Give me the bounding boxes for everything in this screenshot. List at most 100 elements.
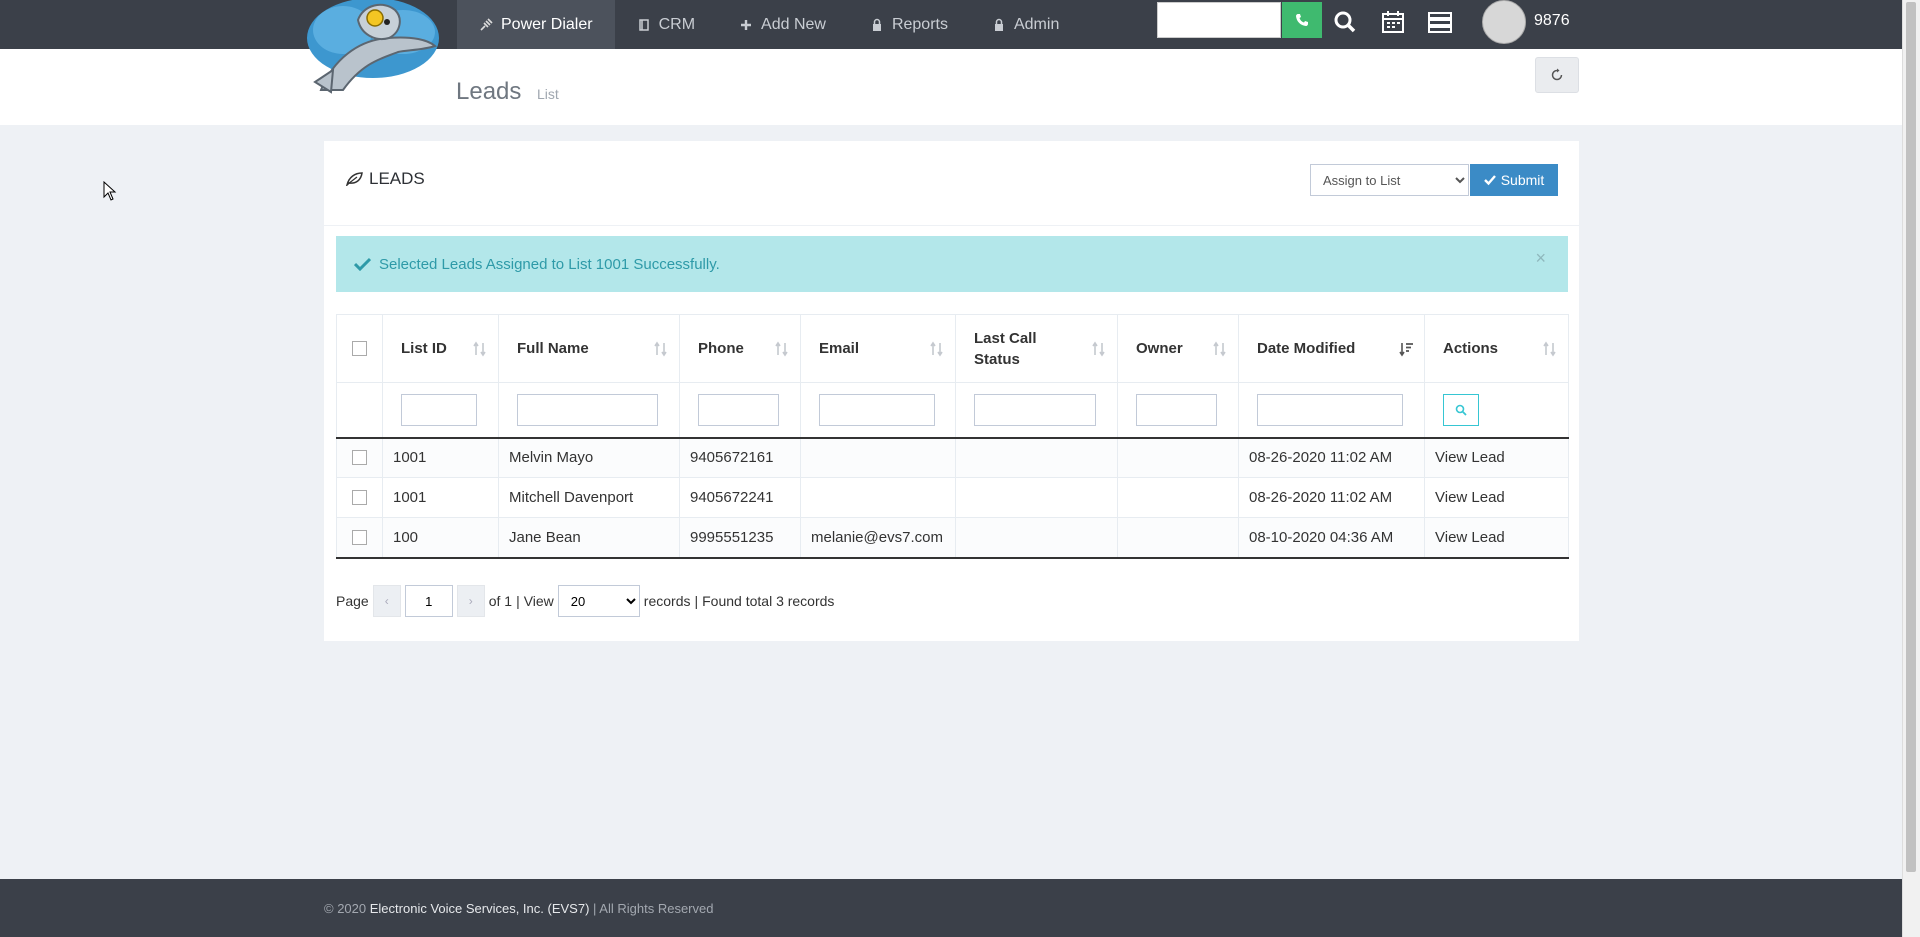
lock-icon <box>994 18 1003 31</box>
column-header-phone[interactable]: Phone <box>679 314 801 383</box>
alert-close-button[interactable]: × <box>1535 248 1546 269</box>
refresh-icon <box>1551 68 1563 81</box>
column-header-full-name[interactable]: Full Name <box>498 314 680 383</box>
plug-icon <box>480 17 493 31</box>
dolphin-logo[interactable] <box>303 0 443 95</box>
avatar[interactable] <box>1482 0 1526 44</box>
filter-cell <box>955 382 1118 438</box>
view-label: View <box>523 593 554 609</box>
filter-list-id-input[interactable] <box>401 393 477 426</box>
filter-date-modified-input[interactable] <box>1257 393 1403 426</box>
leaf-icon <box>346 172 363 186</box>
filter-cell <box>1424 382 1569 438</box>
sort-icon <box>1543 341 1556 356</box>
filter-email-input[interactable] <box>819 393 935 426</box>
chevron-right-icon: › <box>468 594 473 608</box>
cell-phone-link[interactable]: 9995551235 <box>679 517 801 558</box>
refresh-button[interactable] <box>1535 57 1579 93</box>
found-total-label: Found total 3 records <box>702 593 835 609</box>
page-header <box>0 49 1902 125</box>
filter-full-name-input[interactable] <box>517 393 658 426</box>
filter-phone-input[interactable] <box>698 393 779 426</box>
per-page-select[interactable]: 20 <box>557 585 640 617</box>
footer-copyright: © 2020 <box>324 901 367 916</box>
filter-cell <box>800 382 956 438</box>
server-list-icon[interactable] <box>1428 10 1452 34</box>
column-label: Owner <box>1136 340 1183 357</box>
portlet-header: LEADS Assign to List Submit <box>324 141 1579 226</box>
column-header-actions[interactable]: Actions <box>1424 314 1569 383</box>
check-icon <box>354 257 371 271</box>
nav-add-new[interactable]: Add New <box>717 0 848 49</box>
view-lead-link[interactable]: View Lead <box>1424 437 1569 478</box>
table-row: 100 Jane Bean 9995551235 melanie@evs7.co… <box>336 517 1569 558</box>
assign-to-list-select[interactable]: Assign to List <box>1310 164 1469 196</box>
prev-page-button[interactable]: ‹ <box>372 585 401 617</box>
view-lead-link[interactable]: View Lead <box>1424 517 1569 558</box>
cell-phone-link[interactable]: 9405672161 <box>679 437 801 478</box>
cell-phone-link[interactable]: 9405672241 <box>679 477 801 518</box>
filter-cell <box>1117 382 1239 438</box>
separator: | <box>694 593 699 609</box>
column-header-date-modified[interactable]: Date Modified <box>1238 314 1425 383</box>
footer-rights: | All Rights Reserved <box>593 901 714 916</box>
cell-date-modified: 08-26-2020 11:02 AM <box>1238 437 1425 478</box>
cell-full-name: Jane Bean <box>498 517 680 558</box>
submit-button[interactable]: Submit <box>1470 164 1558 196</box>
leads-portlet: LEADS Assign to List Submit Selected Lea… <box>324 141 1579 641</box>
footer-text: © 2020 Electronic Voice Services, Inc. (… <box>324 901 713 916</box>
cell-date-modified: 08-26-2020 11:02 AM <box>1238 477 1425 518</box>
nav-label: Reports <box>891 15 948 33</box>
table-row: 1001 Melvin Mayo 9405672161 08-26-2020 1… <box>336 437 1569 478</box>
plus-icon <box>741 19 752 30</box>
nav-power-dialer[interactable]: Power Dialer <box>457 0 615 49</box>
cell-email: melanie@evs7.com <box>800 517 956 558</box>
row-checkbox[interactable] <box>352 450 367 466</box>
phone-icon <box>1296 14 1308 26</box>
next-page-button[interactable]: › <box>456 585 485 617</box>
call-button[interactable] <box>1282 2 1322 38</box>
chevron-left-icon: ‹ <box>384 594 389 608</box>
select-all-checkbox[interactable] <box>352 341 367 356</box>
cell-last-call-status <box>955 517 1118 558</box>
filter-cell <box>679 382 801 438</box>
mouse-cursor-icon <box>103 181 117 201</box>
filter-owner-input[interactable] <box>1136 393 1217 426</box>
column-label: Date Modified <box>1257 340 1356 357</box>
nav-label: Admin <box>1013 15 1060 33</box>
column-label: Email <box>819 340 860 357</box>
column-header-last-call-status[interactable]: Last Call Status <box>955 314 1118 383</box>
filter-last-call-status-input[interactable] <box>974 393 1096 426</box>
scrollbar-thumb[interactable] <box>1906 2 1916 872</box>
select-all-cell <box>336 314 383 383</box>
cell-list-id: 1001 <box>382 477 499 518</box>
nav-label: Add New <box>761 15 826 33</box>
filter-cell-empty <box>336 382 383 438</box>
sort-desc-icon <box>1399 342 1413 356</box>
dial-search-input[interactable] <box>1157 2 1281 38</box>
column-header-email[interactable]: Email <box>800 314 956 383</box>
nav-label: CRM <box>658 15 696 33</box>
user-extension[interactable]: 9876 <box>1534 12 1570 30</box>
page-label: Page <box>336 593 369 609</box>
row-checkbox[interactable] <box>352 529 367 545</box>
nav-admin[interactable]: Admin <box>970 0 1081 49</box>
page-number-input[interactable] <box>404 585 453 617</box>
filter-search-button[interactable] <box>1443 393 1479 426</box>
table-header-row: List ID Full Name Phone Email Last Call … <box>336 314 1569 383</box>
search-icon[interactable] <box>1333 10 1357 34</box>
submit-label: Submit <box>1500 172 1545 188</box>
nav-crm[interactable]: CRM <box>615 0 717 49</box>
vertical-scrollbar[interactable] <box>1902 0 1920 937</box>
check-icon <box>1483 175 1496 186</box>
cell-full-name: Mitchell Davenport <box>498 477 680 518</box>
view-lead-link[interactable]: View Lead <box>1424 477 1569 518</box>
pagination: Page ‹ › of 1 | View 20 records | Found … <box>336 583 834 619</box>
nav-reports[interactable]: Reports <box>848 0 970 49</box>
search-icon <box>1455 404 1467 416</box>
column-header-list-id[interactable]: List ID <box>382 314 499 383</box>
row-checkbox[interactable] <box>352 490 367 505</box>
sort-icon <box>473 341 486 356</box>
calendar-icon[interactable] <box>1381 10 1405 34</box>
column-header-owner[interactable]: Owner <box>1117 314 1239 383</box>
